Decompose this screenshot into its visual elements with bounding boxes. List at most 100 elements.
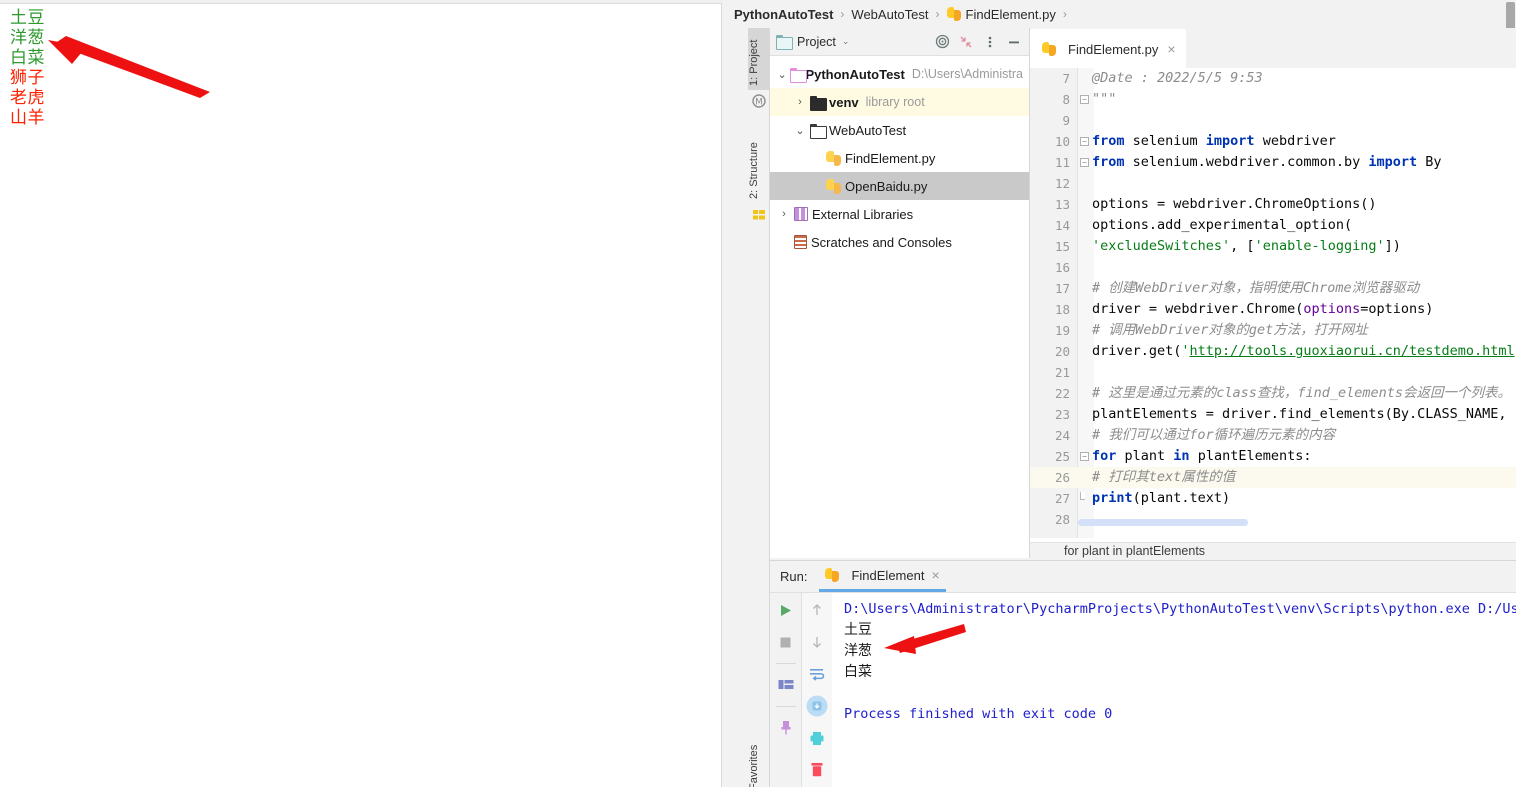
breadcrumb-item-project[interactable]: PythonAutoTest [734, 7, 833, 22]
console-output[interactable]: D:\Users\Administrator\PycharmProjects\P… [832, 593, 1516, 787]
target-icon[interactable] [933, 33, 951, 51]
scroll-down-icon[interactable] [806, 631, 828, 653]
sidebar-item-favorites[interactable]: Favorites [748, 728, 770, 787]
list-item: 老虎 [10, 88, 45, 108]
code-line[interactable]: 13 options = webdriver.ChromeOptions() [1030, 194, 1516, 215]
python-file-icon [826, 178, 841, 194]
twisty-icon[interactable]: › [792, 96, 808, 108]
breadcrumb-item-file[interactable]: FindElement.py [966, 7, 1056, 22]
breadcrumb-item-folder[interactable]: WebAutoTest [851, 7, 928, 22]
scratches-icon [794, 235, 807, 249]
twisty-icon[interactable]: ⌄ [792, 124, 808, 137]
fold-minus-icon[interactable]: − [1080, 137, 1089, 146]
tree-row[interactable]: ⌄ PythonAutoTest D:\Users\Administra [770, 60, 1029, 88]
scroll-up-icon[interactable] [806, 599, 828, 621]
tab-label: FindElement.py [1068, 41, 1159, 57]
breadcrumb: PythonAutoTest › WebAutoTest › FindEleme… [722, 0, 1516, 28]
run-icon[interactable] [775, 599, 797, 621]
folder-icon [790, 67, 808, 83]
tree-row[interactable]: › External Libraries [770, 200, 1029, 228]
list-item: 白菜 [10, 48, 45, 68]
module-icon[interactable]: M [752, 94, 766, 108]
code-line[interactable]: 25 − for plant in plantElements: [1030, 446, 1516, 467]
tree-item-label: OpenBaidu.py [845, 178, 928, 194]
python-run-icon [825, 568, 840, 582]
code-lines: 7 @Date : 2022/5/5 9:53 8− """ 9 10− from sele… [1030, 68, 1516, 530]
trash-icon[interactable] [806, 759, 828, 781]
run-toolbar-secondary [801, 593, 832, 787]
code-line[interactable]: 12 [1030, 173, 1516, 194]
code-line[interactable]: 15 'excludeSwitches', ['enable-logging']… [1030, 236, 1516, 257]
code-line[interactable]: 24 # 我们可以通过for循环遍历元素的内容 [1030, 425, 1516, 446]
tree-row[interactable]: ⌄ WebAutoTest [770, 116, 1029, 144]
code-line[interactable]: 21 [1030, 362, 1516, 383]
svg-text:M: M [755, 98, 763, 108]
run-label: Run: [780, 569, 808, 584]
fold-minus-icon[interactable]: − [1080, 95, 1089, 104]
editor-tab-bar: FindElement.py × [1030, 28, 1516, 68]
tab-findelement-py[interactable]: FindElement.py × [1030, 30, 1186, 68]
code-line[interactable]: 17 # 创建WebDriver对象，指明使用Chrome浏览器驱动 [1030, 278, 1516, 299]
code-text: driver = webdriver.Chrome(options=option… [1092, 301, 1434, 317]
line-number: 21 [1054, 365, 1070, 380]
code-line[interactable]: 26 # 打印其text属性的值 [1030, 467, 1516, 488]
folder-icon [810, 95, 827, 111]
close-icon[interactable]: × [1167, 42, 1175, 56]
twisty-icon[interactable]: ⌄ [776, 68, 788, 81]
code-line[interactable]: 22 # 这里是通过元素的class查找，find_elements会返回一个列表… [1030, 383, 1516, 404]
code-line[interactable]: 18 driver = webdriver.Chrome(options=opti… [1030, 299, 1516, 320]
fold-minus-icon[interactable]: − [1080, 158, 1089, 167]
code-editor[interactable]: 7 @Date : 2022/5/5 9:53 8− """ 9 10− from sele… [1030, 68, 1516, 538]
line-number: 18 [1054, 302, 1070, 317]
options-icon[interactable] [981, 33, 999, 51]
tree-row[interactable]: OpenBaidu.py [770, 172, 1029, 200]
code-text: # 调用WebDriver对象的get方法，打开网址 [1092, 322, 1368, 338]
code-line[interactable]: 16 [1030, 257, 1516, 278]
code-line[interactable]: 23 plantElements = driver.find_elements(B… [1030, 404, 1516, 425]
collapse-all-icon[interactable] [957, 33, 975, 51]
tree-row[interactable]: FindElement.py [770, 144, 1029, 172]
hide-window-icon[interactable] [1005, 33, 1023, 51]
pin-icon[interactable] [775, 717, 797, 739]
close-icon[interactable]: × [931, 567, 939, 583]
code-text: """ [1092, 91, 1117, 107]
stop-icon[interactable] [775, 631, 797, 653]
code-text: from selenium import webdriver [1092, 133, 1336, 149]
soft-wrap-icon[interactable] [806, 663, 828, 685]
tab-findelement-run[interactable]: FindElement × [819, 561, 946, 592]
pycharm-window: PythonAutoTest › WebAutoTest › FindEleme… [722, 0, 1516, 787]
project-folder-icon [776, 35, 793, 50]
code-line[interactable]: 7 @Date : 2022/5/5 9:53 [1030, 68, 1516, 89]
list-item: 狮子 [10, 68, 45, 88]
sidebar-item-structure[interactable]: 2: Structure [748, 133, 770, 203]
code-text: driver.get('http://tools.guoxiaorui.cn/t… [1092, 343, 1516, 359]
scroll-to-end-icon[interactable] [806, 695, 828, 717]
code-text: options.add_experimental_option( [1092, 217, 1353, 233]
python-file-icon [1042, 42, 1056, 56]
code-line[interactable]: 19 # 调用WebDriver对象的get方法，打开网址 [1030, 320, 1516, 341]
console-line: Process finished with exit code 0 [844, 706, 1113, 722]
code-line[interactable]: 20 driver.get('http://tools.guoxiaorui.cn… [1030, 341, 1516, 362]
code-line[interactable]: 11 − from selenium.webdriver.common.by imp… [1030, 152, 1516, 173]
console-line: 洋葱 [844, 643, 872, 659]
line-number: 23 [1054, 407, 1070, 422]
code-line[interactable]: 10 − from selenium import webdriver [1030, 131, 1516, 152]
tool-window-strip-left: 1: Project M 2: Structure Favorites [748, 28, 770, 787]
layout-icon[interactable] [775, 674, 797, 696]
print-icon[interactable] [806, 727, 828, 749]
code-line[interactable]: 9 [1030, 110, 1516, 131]
sidebar-item-project[interactable]: 1: Project [748, 28, 770, 90]
code-line[interactable]: 8 − """ [1030, 89, 1516, 110]
tree-row[interactable]: Scratches and Consoles [770, 228, 1029, 256]
code-line[interactable]: 14 options.add_experimental_option( [1030, 215, 1516, 236]
structure-icon[interactable] [752, 208, 766, 222]
list-item: 洋葱 [10, 28, 45, 48]
code-line[interactable]: 27 print(plant.text) [1030, 488, 1516, 509]
chevron-down-icon[interactable]: ⌄ [842, 36, 850, 47]
line-number: 9 [1062, 113, 1070, 128]
editor-area: FindElement.py × 7 @Date : 2022/5/5 9:53 8… [1030, 28, 1516, 558]
fold-minus-icon[interactable]: − [1080, 452, 1089, 461]
tree-row[interactable]: › venv library root [770, 88, 1029, 116]
twisty-icon[interactable]: › [776, 208, 792, 220]
editor-horizontal-scrollbar[interactable] [1078, 519, 1248, 526]
